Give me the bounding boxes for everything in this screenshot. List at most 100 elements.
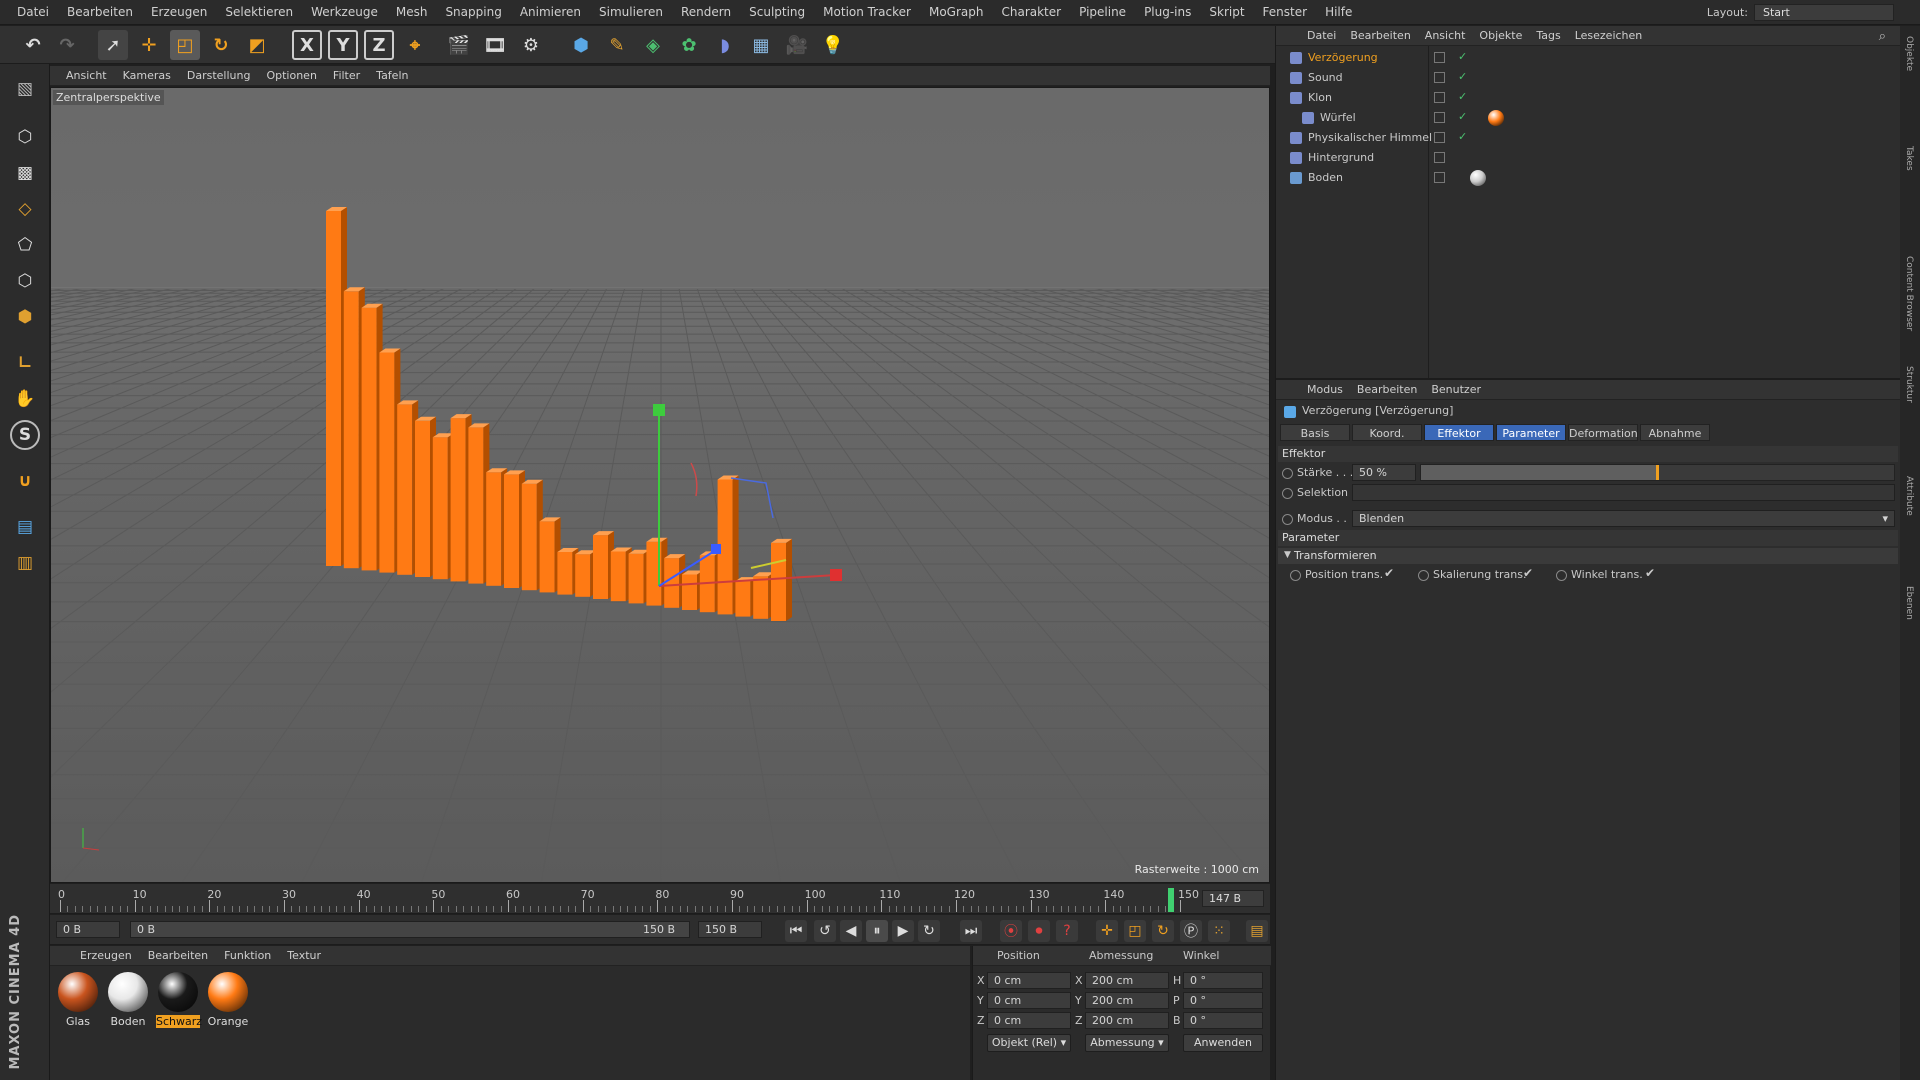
menu-item-6[interactable]: Snapping xyxy=(436,0,510,25)
key-position-icon[interactable]: ✛ xyxy=(1096,920,1118,942)
scale-trans-checkbox[interactable]: ✔ xyxy=(1523,566,1533,580)
model-mode-icon[interactable]: ⬡ xyxy=(10,122,40,152)
coord-mode-dropdown[interactable]: Objekt (Rel) ▾ xyxy=(987,1034,1071,1052)
selection-anim-radio[interactable] xyxy=(1282,488,1293,499)
position-trans-radio[interactable] xyxy=(1290,570,1301,581)
record-keys-icon[interactable]: ⦿ xyxy=(1000,920,1022,942)
strength-anim-radio[interactable] xyxy=(1282,468,1293,479)
rotate-tool-icon[interactable]: ↻ xyxy=(206,30,236,60)
cube-primitive-icon[interactable]: ⬢ xyxy=(566,30,596,60)
make-editable-icon[interactable]: ▧ xyxy=(10,74,40,104)
object-row[interactable]: Verzögerung ✓ xyxy=(1276,48,1901,68)
light-icon[interactable]: 💡 xyxy=(818,30,848,60)
render-settings-icon[interactable]: ⚙ xyxy=(516,30,546,60)
go-to-end-icon[interactable]: ⏭ xyxy=(960,920,982,942)
scale-trans-radio[interactable] xyxy=(1418,570,1429,581)
magnet-tool-icon[interactable]: ∪ xyxy=(10,466,40,496)
viewport-menu-item-3[interactable]: Optionen xyxy=(258,69,324,82)
position-trans-checkbox[interactable]: ✔ xyxy=(1384,566,1394,580)
tweak-mode-icon[interactable]: ✋ xyxy=(10,384,40,414)
next-key-icon[interactable]: ↻ xyxy=(918,920,940,942)
keyframe-selection-icon[interactable]: ? xyxy=(1056,920,1078,942)
tab-4[interactable]: Deformation xyxy=(1568,424,1638,441)
edges-mode-icon[interactable]: ⬡ xyxy=(10,266,40,296)
move-tool-icon[interactable]: ✛ xyxy=(134,30,164,60)
material-menu-item-3[interactable]: Textur xyxy=(279,949,329,962)
go-to-start-icon[interactable]: ⏮ xyxy=(785,920,807,942)
enabled-check-icon[interactable]: ✓ xyxy=(1458,90,1467,103)
menu-item-18[interactable]: Hilfe xyxy=(1316,0,1361,25)
menu-item-10[interactable]: Sculpting xyxy=(740,0,814,25)
select-tool-icon[interactable]: ➚ xyxy=(98,30,128,60)
layer-icon[interactable] xyxy=(1434,92,1445,103)
layer-icon[interactable] xyxy=(1434,152,1445,163)
viewport-menu-item-1[interactable]: Kameras xyxy=(115,69,179,82)
menu-item-1[interactable]: Bearbeiten xyxy=(58,0,142,25)
menu-item-7[interactable]: Animieren xyxy=(511,0,590,25)
menu-item-11[interactable]: Motion Tracker xyxy=(814,0,920,25)
size-field[interactable]: 200 cm xyxy=(1085,992,1169,1009)
enabled-check-icon[interactable]: ✓ xyxy=(1458,110,1467,123)
texture-mode-icon[interactable]: ▩ xyxy=(10,158,40,188)
z-axis-lock-button[interactable]: Z xyxy=(364,30,394,60)
object-menu-item-4[interactable]: Tags xyxy=(1529,29,1567,42)
layout-dropdown[interactable]: Start xyxy=(1754,3,1894,21)
menu-item-5[interactable]: Mesh xyxy=(387,0,437,25)
polygons-mode-icon[interactable]: ⬢ xyxy=(10,302,40,332)
strength-slider[interactable] xyxy=(1420,464,1895,481)
size-field[interactable]: 200 cm xyxy=(1085,972,1169,989)
viewport-menu-item-2[interactable]: Darstellung xyxy=(179,69,259,82)
position-field[interactable]: 0 cm xyxy=(987,992,1071,1009)
scale-tool-icon[interactable]: ◰ xyxy=(170,30,200,60)
axis-mode-icon[interactable]: ∟ xyxy=(10,348,40,378)
object-menu-item-3[interactable]: Objekte xyxy=(1472,29,1529,42)
menu-item-13[interactable]: Charakter xyxy=(992,0,1070,25)
undo-icon[interactable]: ↶ xyxy=(18,30,48,60)
rotation-field[interactable]: 0 ° xyxy=(1183,1012,1263,1029)
menu-item-16[interactable]: Skript xyxy=(1200,0,1253,25)
deformer-icon[interactable]: ◗ xyxy=(710,30,740,60)
material-swatch[interactable]: Schwarz xyxy=(156,972,202,1028)
strength-slider-knob[interactable] xyxy=(1655,465,1659,480)
side-tab-2[interactable]: Content Browser xyxy=(1904,256,1914,331)
recent-tool-icon[interactable]: ◩ xyxy=(242,30,272,60)
material-tag-icon[interactable] xyxy=(1470,170,1486,186)
layer-icon[interactable] xyxy=(1434,172,1445,183)
key-parameter-icon[interactable]: Ⓟ xyxy=(1180,920,1202,942)
menu-item-9[interactable]: Rendern xyxy=(672,0,740,25)
y-axis-lock-button[interactable]: Y xyxy=(328,30,358,60)
layer-icon[interactable] xyxy=(1434,112,1445,123)
material-swatch[interactable]: Boden xyxy=(106,972,150,1028)
tab-3[interactable]: Parameter xyxy=(1496,424,1566,441)
enabled-check-icon[interactable]: ✓ xyxy=(1458,50,1467,63)
attribute-menu-item-2[interactable]: Benutzer xyxy=(1424,383,1488,396)
angle-trans-radio[interactable] xyxy=(1556,570,1567,581)
tab-5[interactable]: Abnahme xyxy=(1640,424,1710,441)
side-tab-1[interactable]: Takes xyxy=(1904,146,1914,171)
material-tag-icon[interactable] xyxy=(1488,110,1504,126)
tab-2[interactable]: Effektor xyxy=(1424,424,1494,441)
menu-item-8[interactable]: Simulieren xyxy=(590,0,672,25)
material-menu-item-1[interactable]: Bearbeiten xyxy=(140,949,216,962)
object-menu-item-5[interactable]: Lesezeichen xyxy=(1568,29,1650,42)
menu-item-0[interactable]: Datei xyxy=(8,0,58,25)
timeline-ruler[interactable]: 0 10 20 30 40 50 60 70 80 90 100 110 120 130 140 150 14… xyxy=(50,884,1270,914)
playhead[interactable] xyxy=(1168,888,1174,912)
side-tab-5[interactable]: Ebenen xyxy=(1904,586,1914,620)
object-row[interactable]: Boden xyxy=(1276,168,1901,188)
object-row[interactable]: Physikalischer Himmel ✓ xyxy=(1276,128,1901,148)
frame-range-slider[interactable]: 0 B 150 B xyxy=(130,921,690,938)
enabled-check-icon[interactable]: ✓ xyxy=(1458,130,1467,143)
start-frame-field[interactable]: 0 B xyxy=(56,921,120,938)
object-menu-item-1[interactable]: Bearbeiten xyxy=(1343,29,1417,42)
object-menu-item-0[interactable]: Datei xyxy=(1300,29,1343,42)
x-axis-lock-button[interactable]: X xyxy=(292,30,322,60)
object-row[interactable]: Sound ✓ xyxy=(1276,68,1901,88)
object-row[interactable]: Würfel ✓ xyxy=(1276,108,1901,128)
material-swatch[interactable]: Orange xyxy=(206,972,250,1028)
rotation-field[interactable]: 0 ° xyxy=(1183,972,1263,989)
points-mode-icon[interactable]: ⬠ xyxy=(10,230,40,260)
menu-item-3[interactable]: Selektieren xyxy=(216,0,302,25)
camera-icon[interactable]: 🎥 xyxy=(782,30,812,60)
search-icon[interactable]: ⌕ xyxy=(1879,29,1886,44)
